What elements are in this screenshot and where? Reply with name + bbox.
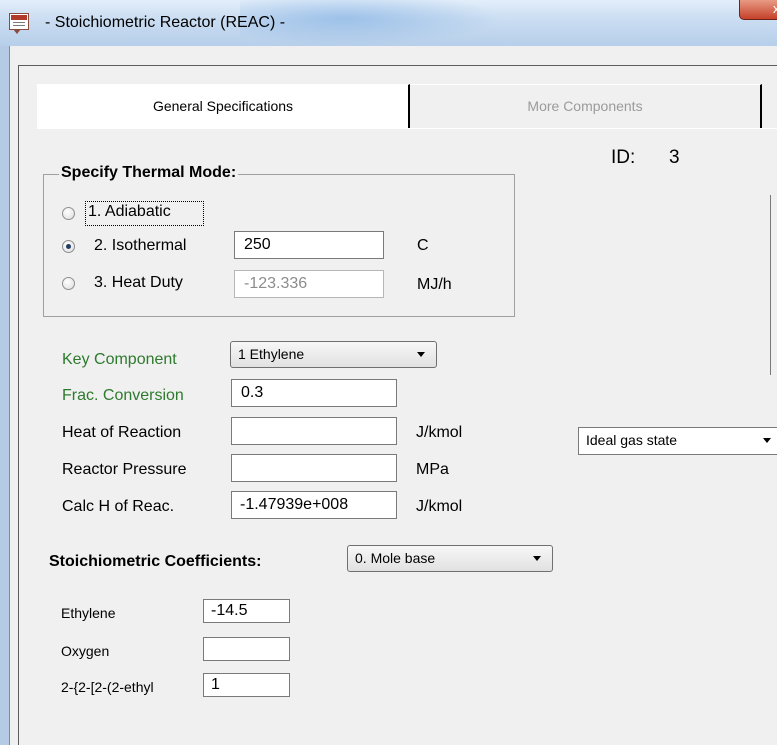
id-value: 3 xyxy=(669,147,680,168)
app-document-icon[interactable] xyxy=(9,13,29,34)
tab-panel-edge xyxy=(37,128,777,129)
temperature-input[interactable]: 250 xyxy=(234,231,384,259)
isothermal-radio[interactable] xyxy=(62,240,75,253)
state-value: Ideal gas state xyxy=(586,432,678,448)
id-label: ID: xyxy=(611,147,636,168)
heat-duty-unit: MJ/h xyxy=(417,276,452,293)
title-bar[interactable]: - Stoichiometric Reactor (REAC) - x xyxy=(0,0,777,47)
tab-general-specifications[interactable]: General Specifications xyxy=(37,84,410,128)
frac-conversion-label: Frac. Conversion xyxy=(62,387,184,404)
isothermal-label[interactable]: 2. Isothermal xyxy=(94,237,186,255)
window-frame-left xyxy=(0,46,10,745)
close-icon: x xyxy=(773,1,777,16)
heat-of-reaction-input[interactable] xyxy=(231,417,397,445)
component-name: Oxygen xyxy=(61,643,110,659)
component-name: Ethylene xyxy=(61,605,116,621)
reactor-pressure-input[interactable] xyxy=(231,454,397,482)
key-component-value: 1 Ethylene xyxy=(238,346,305,362)
heat-of-reaction-unit: J/kmol xyxy=(416,424,463,441)
frac-conversion-input[interactable]: 0.3 xyxy=(231,379,397,407)
heat-duty-label[interactable]: 3. Heat Duty xyxy=(94,274,183,292)
calc-h-output[interactable]: -1.47939e+008 xyxy=(231,491,397,519)
dialog-border-left xyxy=(18,65,19,745)
reactor-pressure-unit: MPa xyxy=(416,461,449,478)
calc-h-unit: J/kmol xyxy=(416,498,463,515)
chevron-down-icon xyxy=(533,556,541,561)
heat-duty-radio[interactable] xyxy=(62,277,75,290)
reactor-pressure-label: Reactor Pressure xyxy=(62,461,187,478)
stoich-coefficients-label: Stoichiometric Coefficients: xyxy=(49,553,262,570)
coefficient-input[interactable] xyxy=(203,637,290,661)
coefficient-input[interactable]: 1 xyxy=(203,673,290,697)
panel-divider xyxy=(770,195,771,375)
thermal-mode-legend: Specify Thermal Mode: xyxy=(59,164,239,182)
adiabatic-label[interactable]: 1. Adiabatic xyxy=(88,203,171,221)
stoich-basis-value: 0. Mole base xyxy=(355,550,436,566)
coefficient-input[interactable]: -14.5 xyxy=(203,599,290,623)
component-name: 2-{2-[2-(2-ethyl xyxy=(61,679,154,695)
stoich-basis-dropdown[interactable]: 0. Mole base xyxy=(347,545,553,572)
dialog-border-top xyxy=(18,65,777,66)
close-button[interactable]: x xyxy=(739,0,777,20)
temperature-unit: C xyxy=(417,237,429,254)
tab-more-components[interactable]: More Components xyxy=(410,84,762,128)
radio-selected-dot xyxy=(66,244,71,249)
window-title: - Stoichiometric Reactor (REAC) - xyxy=(45,14,286,31)
key-component-label: Key Component xyxy=(62,351,177,368)
state-dropdown[interactable]: Ideal gas state xyxy=(578,427,777,455)
key-component-dropdown[interactable]: 1 Ethylene xyxy=(230,341,437,368)
chevron-down-icon xyxy=(763,438,771,443)
chevron-down-icon xyxy=(417,352,425,357)
calc-h-label: Calc H of Reac. xyxy=(62,498,175,515)
heat-of-reaction-label: Heat of Reaction xyxy=(62,424,182,441)
heat-duty-input[interactable]: -123.336 xyxy=(234,270,384,298)
adiabatic-radio[interactable] xyxy=(62,207,75,220)
